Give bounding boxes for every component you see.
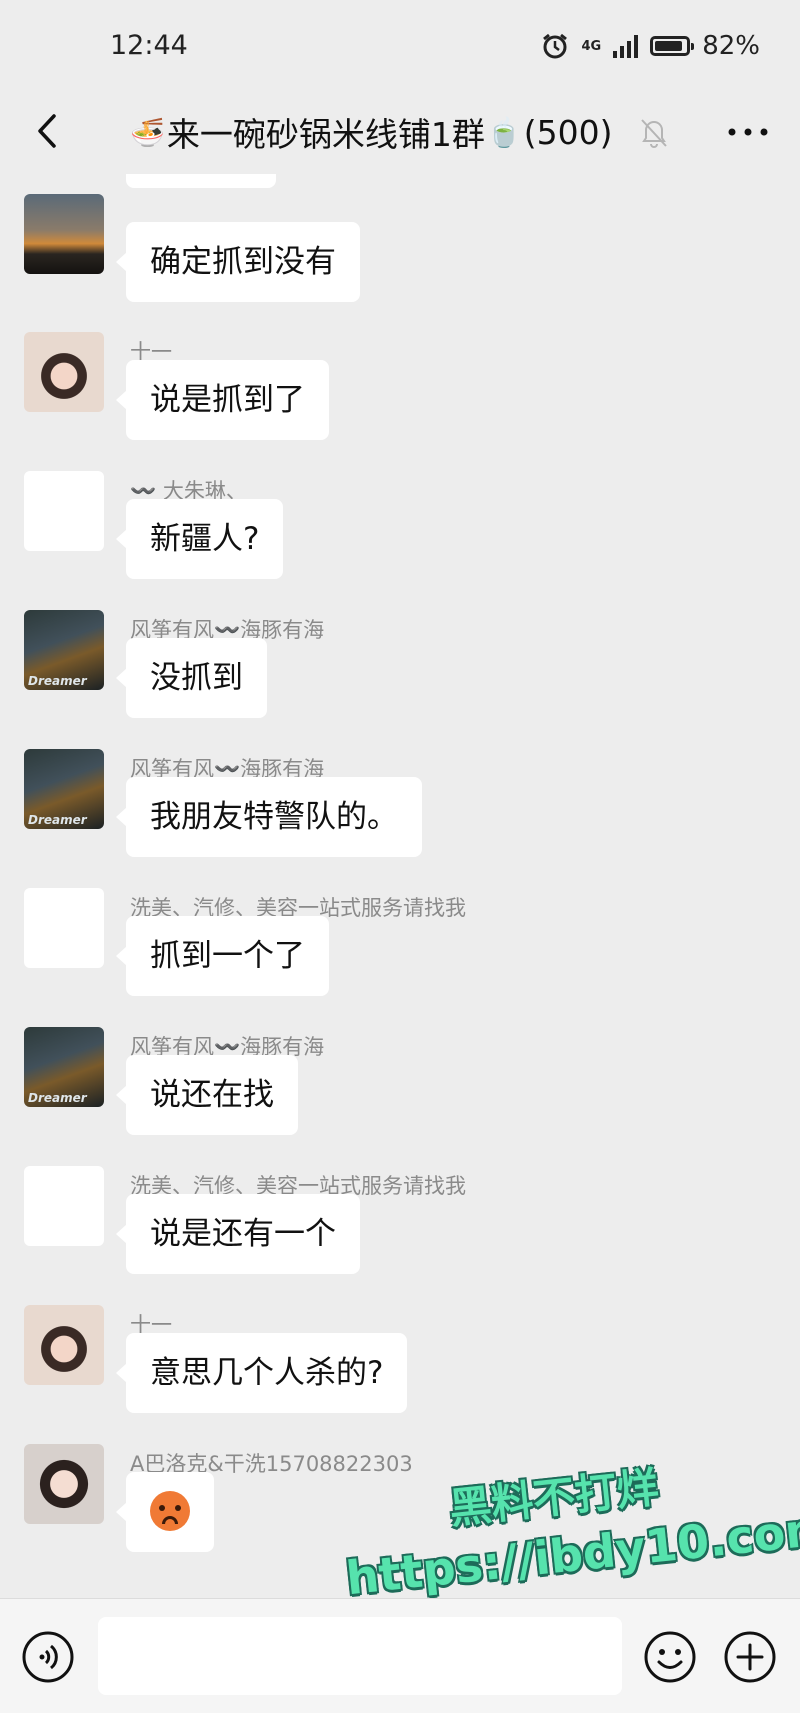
status-bar: 12:44 4G 82% [0,0,800,92]
message-bubble[interactable]: 确定抓到没有 [116,222,360,302]
chat-title: 🍜 来一碗砂锅米线铺1群 🍵 (500) [130,104,670,160]
avatar[interactable]: Dreamer [24,1027,104,1107]
avatar-tag: Dreamer [28,813,87,827]
voice-icon[interactable] [20,1629,76,1685]
signal-icon [613,34,639,58]
avatar-tag: Dreamer [28,1091,87,1105]
avatar[interactable]: Dreamer [24,749,104,829]
avatar[interactable] [24,332,104,412]
worried-face-emoji-icon [150,1490,190,1531]
avatar[interactable] [24,1166,104,1246]
back-arrow-icon[interactable] [28,106,72,156]
emoji-icon[interactable] [642,1629,698,1685]
plus-icon[interactable] [722,1629,778,1685]
message-bubble[interactable]: 说是还有一个 [116,1194,360,1274]
avatar[interactable] [24,471,104,551]
network-label: 4G [581,38,602,54]
previous-message-bubble[interactable] [126,174,276,188]
status-icons: 4G 82% [541,28,760,64]
alarm-icon [543,33,568,59]
avatar[interactable] [24,1305,104,1385]
avatar[interactable] [24,1444,104,1524]
message-bubble[interactable]: 抓到一个了 [116,916,329,996]
message-bubble[interactable]: 说还在找 [116,1055,298,1135]
mute-bell-icon [641,119,667,148]
message-bubble[interactable] [116,1472,214,1552]
member-count: (500) [523,112,613,152]
battery-icon [650,36,695,56]
message-bubble[interactable]: 新疆人? [115,499,284,579]
message-input[interactable] [98,1617,622,1695]
message-bubble[interactable]: 说是抓到了 [116,360,329,440]
message-bubble[interactable]: 没抓到 [116,638,267,718]
avatar[interactable]: Dreamer [24,610,104,690]
message-bubble[interactable]: 意思几个人杀的? [115,1333,408,1413]
avatar[interactable] [24,888,104,968]
avatar-tag: Dreamer [28,674,87,688]
battery-percent: 82% [702,31,760,61]
group-name: 来一碗砂锅米线铺1群 [166,115,485,154]
message-list[interactable]: 确定抓到没有 十一 说是抓到了 〰️ 大朱琳、 新疆人? Dreamer 风筝有… [0,174,800,1598]
chat-header: 🍜 来一碗砂锅米线铺1群 🍵 (500) [0,92,800,174]
avatar[interactable] [24,194,104,274]
message-bubble[interactable]: 我朋友特警队的。 [116,777,422,857]
status-time: 12:44 [110,30,188,61]
noodle-bowl-icon: 🍜 [130,115,165,149]
more-icon[interactable] [720,112,776,152]
tea-bowl-icon: 🍵 [486,115,522,149]
input-bar [0,1598,800,1713]
